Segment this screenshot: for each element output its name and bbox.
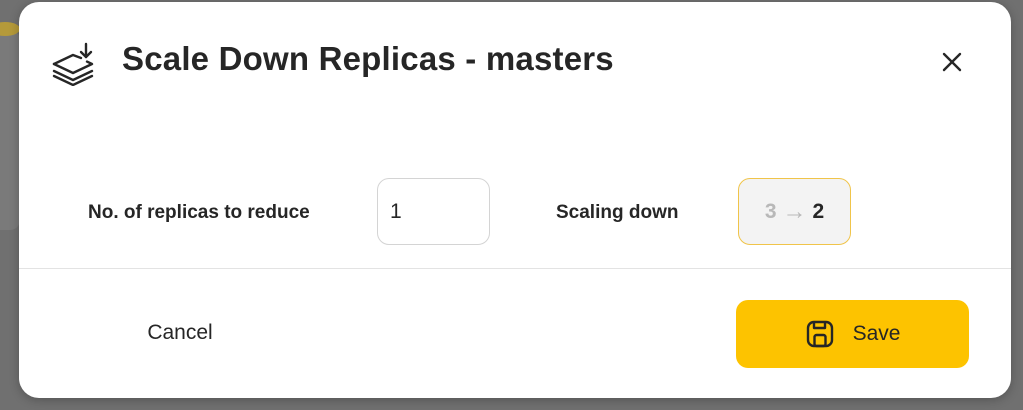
- close-icon: [936, 52, 968, 82]
- background-card: [0, 22, 20, 230]
- dialog-header: Scale Down Replicas - masters: [19, 2, 1011, 122]
- scaling-label: Scaling down: [556, 202, 679, 223]
- scaling-from-value: 3: [764, 199, 777, 223]
- save-label: Save: [852, 322, 901, 345]
- replicas-label: No. of replicas to reduce: [88, 202, 310, 223]
- layers-download-icon: [51, 42, 99, 87]
- arrow-right-icon: →: [782, 197, 807, 225]
- dialog-footer: Cancel Save: [19, 269, 1011, 398]
- save-button[interactable]: Save: [736, 300, 969, 368]
- replicas-input[interactable]: [377, 178, 490, 245]
- cancel-button[interactable]: Cancel: [115, 313, 245, 353]
- background-avatar: [0, 22, 20, 36]
- dialog-title: Scale Down Replicas - masters: [122, 40, 614, 77]
- dialog-body: No. of replicas to reduce Scaling down 3…: [19, 122, 1011, 268]
- close-button[interactable]: [936, 46, 968, 78]
- scale-down-dialog: Scale Down Replicas - masters No. of rep…: [19, 2, 1011, 398]
- scaling-to-value: 2: [812, 199, 825, 223]
- scaling-indicator: 3 → 2: [738, 178, 851, 245]
- save-icon: [805, 319, 835, 349]
